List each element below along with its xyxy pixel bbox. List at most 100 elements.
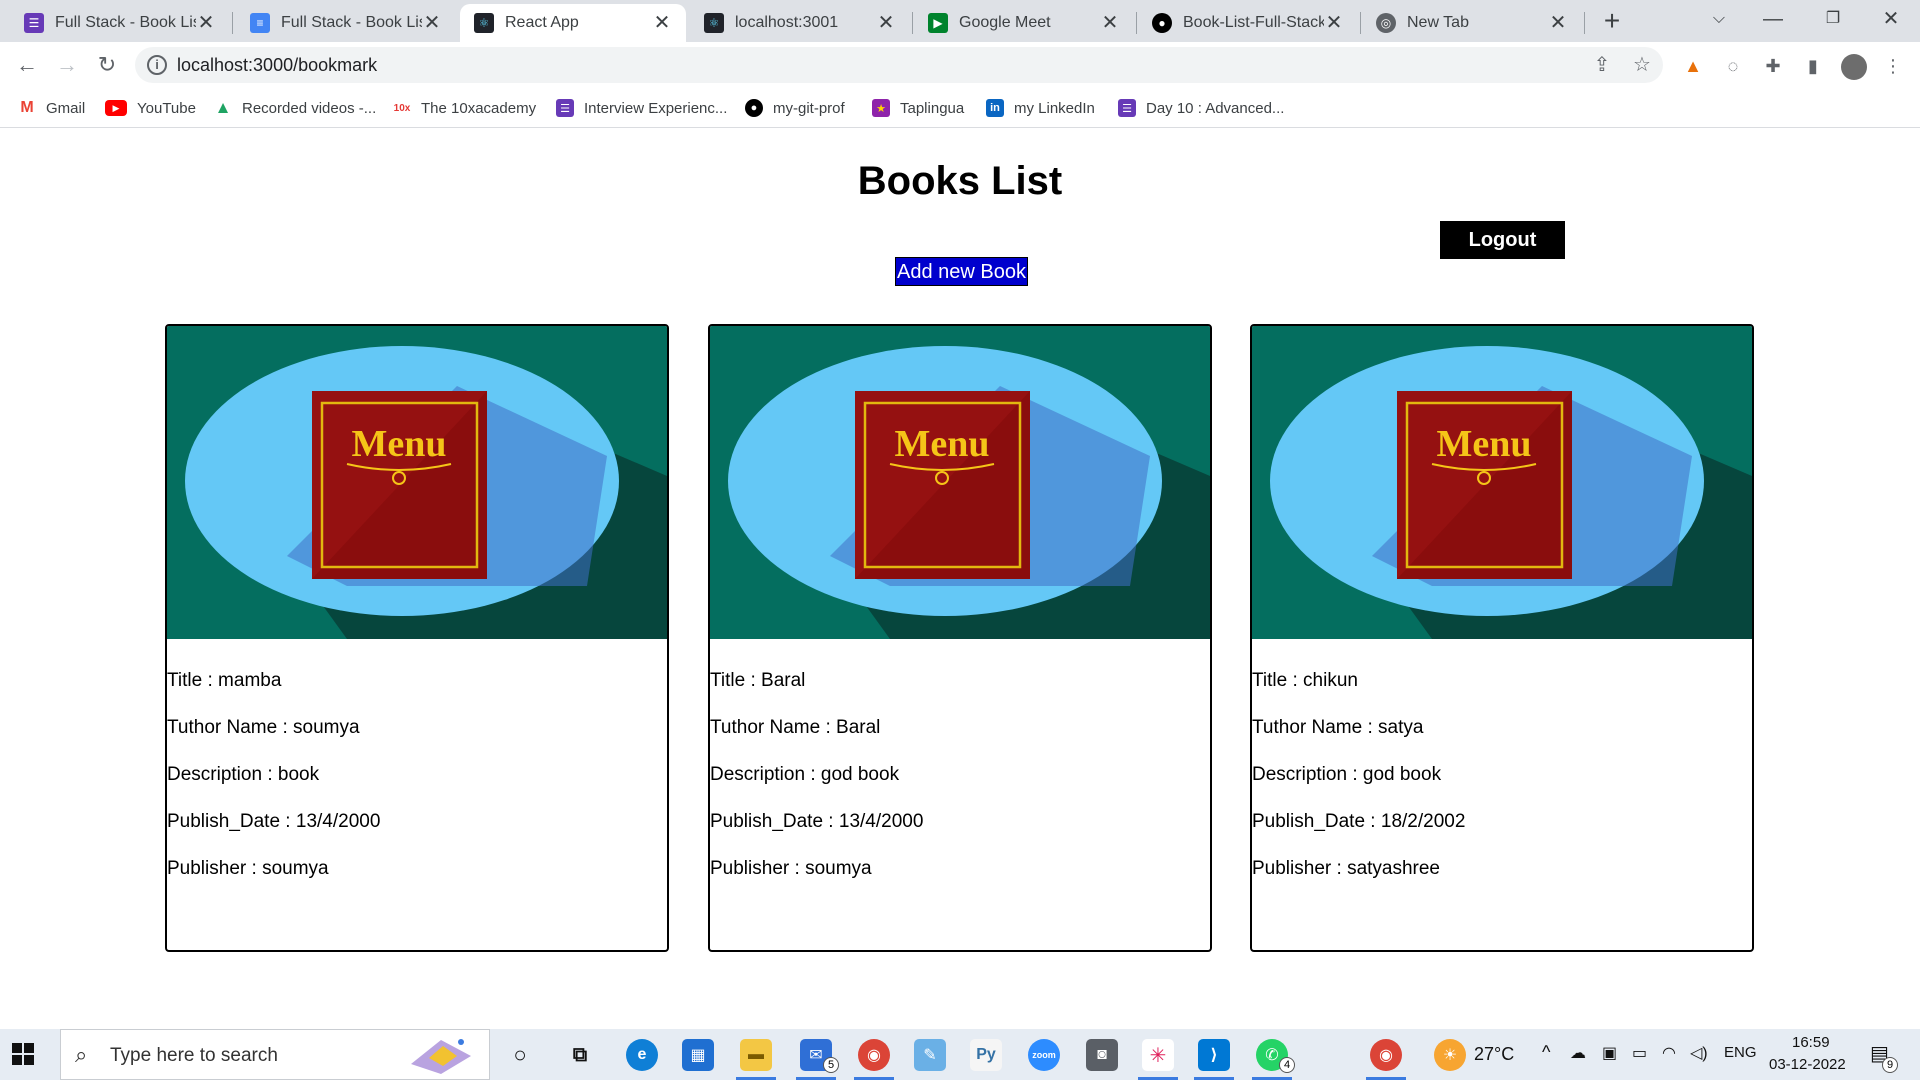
window-close-button[interactable]: ✕ (1864, 0, 1918, 40)
back-arrow-icon[interactable]: ← (12, 50, 42, 80)
mail-badge: 5 (823, 1057, 839, 1073)
slack-icon[interactable]: ✳ (1142, 1039, 1174, 1071)
bookmark-taplingua[interactable]: ★ Taplingua (872, 97, 964, 119)
book-cover-image: Menu (710, 326, 1210, 639)
python-icon[interactable]: Py (970, 1039, 1002, 1071)
bookmark-recorded-videos[interactable]: ▲ Recorded videos -... (214, 97, 377, 119)
close-icon[interactable]: ✕ (1548, 13, 1568, 33)
react-icon: ⚛ (474, 13, 494, 33)
task-view-icon[interactable]: ⧉ (564, 1039, 596, 1071)
address-bar[interactable]: i localhost:3000/bookmark ⇪ ☆ (135, 47, 1663, 83)
tab-github-book-list[interactable]: ● Book-List-Full-Stack/ ✕ (1138, 4, 1358, 42)
tab-new-tab[interactable]: ◎ New Tab ✕ (1362, 4, 1582, 42)
side-panel-icon[interactable]: ▮ (1801, 54, 1825, 78)
close-icon[interactable]: ✕ (196, 13, 216, 33)
cover-menu-text: Menu (352, 423, 447, 465)
forms-icon: ☰ (556, 99, 574, 117)
file-explorer-icon[interactable]: ▬ (740, 1039, 772, 1071)
whatsapp-badge: 4 (1279, 1057, 1295, 1073)
bookmark-my-linkedin[interactable]: in my LinkedIn (986, 97, 1095, 119)
meet-icon: ▶ (928, 13, 948, 33)
new-tab-button[interactable]: + (1596, 6, 1628, 38)
search-icon: ⌕ (75, 1042, 88, 1067)
close-icon[interactable]: ✕ (876, 13, 896, 33)
language-indicator[interactable]: ENG (1724, 1044, 1757, 1061)
clock-time[interactable]: 16:59 (1792, 1034, 1830, 1051)
taskbar-search-box[interactable]: ⌕ Type here to search (60, 1029, 490, 1080)
cover-menu-text: Menu (895, 423, 990, 465)
close-icon[interactable]: ✕ (1100, 13, 1120, 33)
volume-icon[interactable]: ◁) (1690, 1043, 1708, 1063)
bookmark-star-icon[interactable]: ☆ (1630, 53, 1654, 77)
forms-icon: ☰ (24, 13, 44, 33)
tab-full-stack-docs[interactable]: ≡ Full Stack - Book List / ✕ (236, 4, 456, 42)
tab-search-icon[interactable]: ⌵ (1692, 0, 1746, 40)
extension-brave-icon[interactable]: ▲ (1681, 54, 1705, 78)
drive-icon: ▲ (214, 98, 232, 117)
book-cover-image: Menu (1252, 326, 1752, 639)
meet-now-icon[interactable]: ▣ (1602, 1043, 1617, 1063)
logout-button[interactable]: Logout (1440, 221, 1565, 259)
edge-icon[interactable]: e (626, 1039, 658, 1071)
tab-react-app[interactable]: ⚛ React App ✕ (460, 4, 686, 42)
forms-icon: ☰ (1118, 99, 1136, 117)
minimize-button[interactable]: — (1746, 0, 1800, 40)
book-description: Descriptionbook (167, 764, 319, 786)
chrome-profile-icon[interactable]: ◉ (1370, 1039, 1402, 1071)
book-author: Tuthor Namesatya (1252, 717, 1423, 739)
clock-date[interactable]: 03-12-2022 (1769, 1056, 1846, 1073)
star-icon: ★ (872, 99, 890, 117)
forward-arrow-icon[interactable]: → (52, 50, 82, 80)
close-icon[interactable]: ✕ (652, 13, 672, 33)
weather-icon[interactable]: ☀ (1434, 1039, 1466, 1071)
site-info-icon[interactable]: i (147, 55, 167, 75)
add-new-book-button[interactable]: Add new Book (895, 257, 1028, 286)
tray-chevron-icon[interactable]: ^ (1542, 1042, 1550, 1063)
extension-ghost-icon[interactable]: ◌ (1721, 54, 1745, 78)
bookmark-gmail[interactable]: M Gmail (18, 97, 85, 119)
tab-localhost-3001[interactable]: ⚛ localhost:3001 ✕ (690, 4, 910, 42)
profile-avatar[interactable] (1841, 54, 1867, 80)
chrome-icon[interactable]: ◉ (858, 1039, 890, 1071)
store-icon[interactable]: ▦ (682, 1039, 714, 1071)
zoom-icon[interactable]: zoom (1028, 1039, 1060, 1071)
bookmark-10xacademy[interactable]: 10x The 10xacademy (393, 97, 536, 119)
10x-icon: 10x (393, 102, 411, 114)
book-author: Tuthor Namesoumya (167, 717, 360, 739)
reload-icon[interactable]: ↻ (92, 50, 122, 80)
tab-google-meet[interactable]: ▶ Google Meet ✕ (914, 4, 1134, 42)
share-icon[interactable]: ⇪ (1590, 53, 1614, 77)
extensions-puzzle-icon[interactable]: ✚ (1761, 54, 1785, 78)
tab-full-stack-forms[interactable]: ☰ Full Stack - Book List / ✕ (10, 4, 230, 42)
bookmark-interview-experience[interactable]: ☰ Interview Experienc... (556, 97, 727, 119)
search-highlight-icon (411, 1039, 471, 1074)
book-publisher: Publishersatyashree (1252, 858, 1440, 880)
cover-menu-text: Menu (1437, 423, 1532, 465)
chrome-menu-icon[interactable]: ⋮ (1881, 54, 1905, 78)
restore-button[interactable]: ❐ (1806, 0, 1860, 40)
close-icon[interactable]: ✕ (1324, 13, 1344, 33)
bookmark-my-git-prof[interactable]: ● my-git-prof (745, 97, 845, 119)
weather-temperature[interactable]: 27°C (1474, 1044, 1514, 1065)
onedrive-icon[interactable]: ☁ (1570, 1043, 1586, 1063)
page-title: Books List (857, 159, 1063, 203)
linkedin-icon: in (986, 99, 1004, 117)
bookmark-day-10[interactable]: ☰ Day 10 : Advanced... (1118, 97, 1284, 119)
battery-icon[interactable]: ▭ (1632, 1043, 1647, 1063)
windows-taskbar: ⌕ Type here to search ○ ⧉ e ▦ ▬ ✉ 5 ◉ ✎ … (0, 1029, 1920, 1080)
vscode-icon[interactable]: ⟩ (1198, 1039, 1230, 1071)
wifi-icon[interactable]: ◠ (1662, 1043, 1676, 1063)
bookmark-youtube[interactable]: ▶ YouTube (105, 97, 196, 119)
close-icon[interactable]: ✕ (422, 13, 442, 33)
book-card: Menu Titlemamba Tuthor Namesoumya Descri… (165, 324, 669, 952)
cortana-icon[interactable]: ○ (504, 1039, 536, 1071)
camera-icon[interactable]: ◙ (1086, 1039, 1118, 1071)
page-content: Books List Logout Add new Book Menu Titl… (0, 129, 1920, 1029)
book-author: Tuthor NameBaral (710, 717, 880, 739)
url-text[interactable]: localhost:3000/bookmark (177, 55, 377, 76)
windows-start-icon[interactable] (12, 1043, 34, 1065)
notepad-icon[interactable]: ✎ (914, 1039, 946, 1071)
docs-icon: ≡ (250, 13, 270, 33)
github-icon: ● (1152, 13, 1172, 33)
bookmarks-bar: M Gmail ▶ YouTube ▲ Recorded videos -...… (0, 88, 1920, 128)
